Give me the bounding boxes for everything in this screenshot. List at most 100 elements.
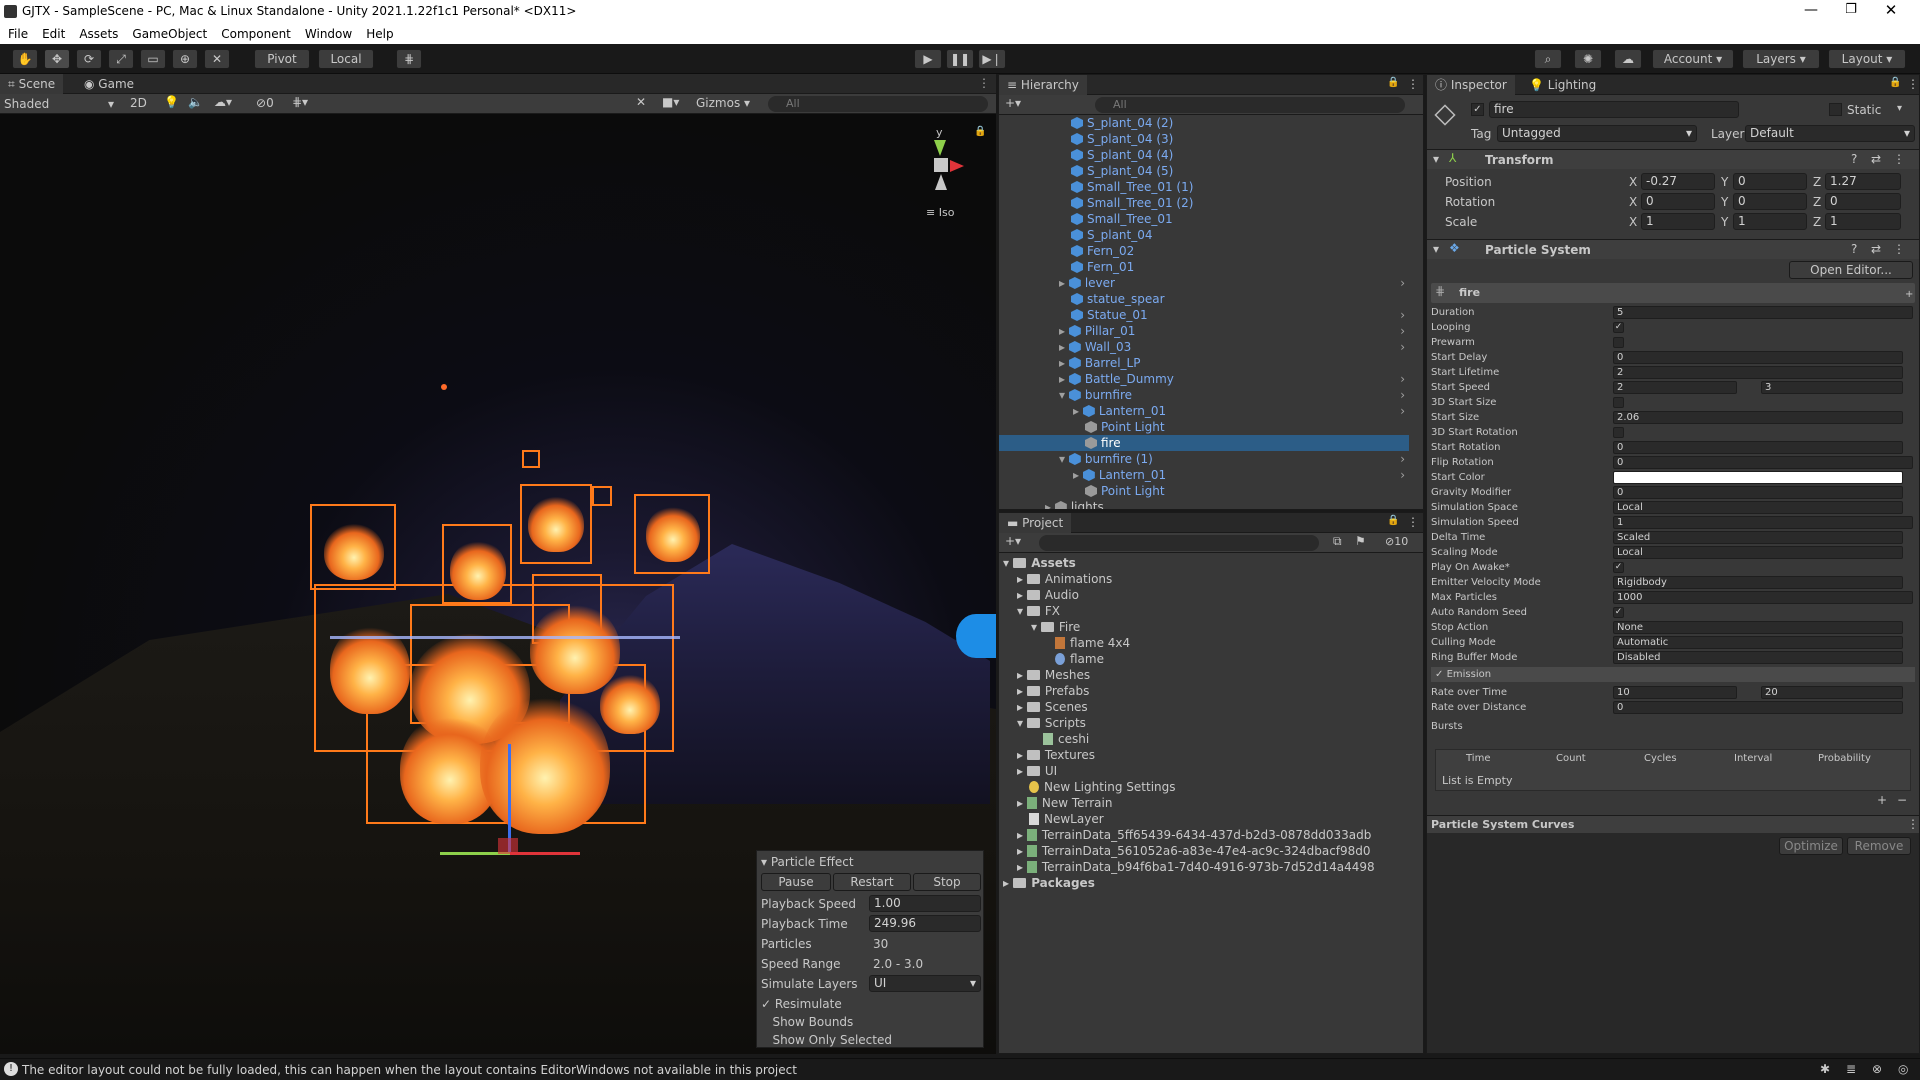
list-item[interactable]: S_plant_04 (2) bbox=[1071, 115, 1173, 131]
auto-random-seed-checkbox[interactable]: ✓ bbox=[1613, 607, 1624, 618]
component-menu-icon[interactable]: ⋮ bbox=[1893, 152, 1905, 166]
gizmos-dropdown[interactable]: Gizmos ▾ bbox=[696, 96, 750, 110]
tools-icon[interactable]: ✕ bbox=[636, 95, 646, 109]
culling-mode-dropdown[interactable]: Automatic bbox=[1613, 636, 1903, 649]
list-item[interactable]: ▾ Fire bbox=[1031, 619, 1080, 635]
tab-lighting[interactable]: 💡 Lighting bbox=[1521, 75, 1604, 95]
prewarm-checkbox[interactable] bbox=[1613, 337, 1624, 348]
open-editor-button[interactable]: Open Editor... bbox=[1789, 261, 1913, 279]
list-item[interactable]: Point Light bbox=[1085, 419, 1165, 435]
list-item[interactable]: ▸ Prefabs bbox=[1017, 683, 1089, 699]
object-name-field[interactable]: fire bbox=[1489, 101, 1739, 118]
list-item[interactable]: ▸ Textures bbox=[1017, 747, 1095, 763]
emission-module-header[interactable]: ✓ Emission bbox=[1431, 667, 1915, 682]
list-item[interactable]: S_plant_04 (4) bbox=[1071, 147, 1173, 163]
preset-icon[interactable]: ⇄ bbox=[1871, 242, 1881, 256]
list-item-selected[interactable]: fire bbox=[999, 435, 1409, 451]
maximize-icon[interactable]: ❐ bbox=[1836, 2, 1866, 22]
stop-action-dropdown[interactable]: None bbox=[1613, 621, 1903, 634]
menu-window[interactable]: Window bbox=[305, 24, 352, 44]
lighting-toggle-icon[interactable]: 💡 bbox=[164, 95, 179, 109]
transform-tool-icon[interactable]: ⊕ bbox=[172, 49, 198, 69]
position-x-field[interactable]: -0.27 bbox=[1641, 173, 1715, 190]
duration-field[interactable]: 5 bbox=[1613, 306, 1913, 319]
list-item[interactable]: ▸ Scenes bbox=[1017, 699, 1088, 715]
transform-header[interactable]: ▾ ⅄ Transform ? ⇄ ⋮ bbox=[1427, 149, 1919, 169]
panel-menu-icon[interactable]: ⋮ bbox=[1407, 515, 1419, 529]
hidden-packages-icon[interactable]: ⊘10 bbox=[1385, 535, 1408, 548]
layers-dropdown[interactable]: Layers ▾ bbox=[1742, 49, 1820, 69]
position-y-field[interactable]: 0 bbox=[1733, 173, 1807, 190]
tab-project[interactable]: ▬ Project bbox=[999, 513, 1072, 533]
panel-menu-icon[interactable]: ⋮ bbox=[978, 76, 990, 90]
particle-restart-button[interactable]: Restart bbox=[833, 873, 911, 891]
list-item[interactable]: Statue_01 › bbox=[1071, 307, 1409, 323]
active-checkbox[interactable]: ✓ bbox=[1471, 103, 1484, 116]
playback-speed-field[interactable]: 1.00 bbox=[869, 895, 981, 912]
component-menu-icon[interactable]: ⋮ bbox=[1893, 242, 1905, 256]
search-icon[interactable]: ⌕ bbox=[1534, 49, 1562, 69]
minimize-icon[interactable]: — bbox=[1796, 2, 1826, 22]
list-item[interactable]: ▸ Meshes bbox=[1017, 667, 1090, 683]
help-icon[interactable]: ? bbox=[1851, 152, 1857, 166]
menu-edit[interactable]: Edit bbox=[42, 24, 65, 44]
start-speed-max-field[interactable]: 3 bbox=[1761, 381, 1903, 394]
list-item[interactable]: ▸ Lantern_01 › bbox=[1073, 403, 1409, 419]
simulate-layers-dropdown[interactable]: UI ▾ bbox=[869, 975, 981, 992]
cloud-icon[interactable]: ☁ bbox=[1614, 49, 1642, 69]
custom-tool-icon[interactable]: ✕ bbox=[204, 49, 230, 69]
step-button[interactable]: ▶❘ bbox=[978, 49, 1006, 69]
remove-burst-icon[interactable]: − bbox=[1897, 793, 1907, 807]
camera-dropdown-icon[interactable]: ■▾ bbox=[662, 95, 679, 109]
list-item[interactable]: ▸ TerrainData_561052a6-a83e-47e4-ac9c-32… bbox=[1017, 843, 1371, 859]
list-item[interactable]: Small_Tree_01 (2) bbox=[1071, 195, 1193, 211]
fire-particle-effect[interactable] bbox=[300, 444, 720, 874]
optimize-button[interactable]: Optimize bbox=[1779, 837, 1843, 855]
account-dropdown[interactable]: Account ▾ bbox=[1652, 49, 1734, 69]
3d-start-rotation-checkbox[interactable] bbox=[1613, 427, 1624, 438]
tab-game[interactable]: ◉ Game bbox=[76, 74, 142, 94]
scale-y-field[interactable]: 1 bbox=[1733, 213, 1807, 230]
layout-dropdown[interactable]: Layout ▾ bbox=[1828, 49, 1906, 69]
start-lifetime-field[interactable]: 2 bbox=[1613, 366, 1903, 379]
list-item[interactable]: ▸ TerrainData_b94f6ba1-7d40-4916-973b-7d… bbox=[1017, 859, 1375, 875]
rotation-y-field[interactable]: 0 bbox=[1733, 193, 1807, 210]
show-bounds-checkbox[interactable]: Show Bounds bbox=[761, 1015, 853, 1029]
flip-rotation-field[interactable]: 0 bbox=[1613, 456, 1913, 469]
list-item[interactable]: ▸ lever › bbox=[1059, 275, 1409, 291]
start-size-field[interactable]: 2.06 bbox=[1613, 411, 1903, 424]
play-button[interactable]: ▶ bbox=[914, 49, 942, 69]
emitter-velocity-mode-dropdown[interactable]: Rigidbody bbox=[1613, 576, 1903, 589]
list-item[interactable]: Fern_02 bbox=[1071, 243, 1134, 259]
start-rotation-field[interactable]: 0 bbox=[1613, 441, 1903, 454]
menu-gameobject[interactable]: GameObject bbox=[132, 24, 207, 44]
status-message[interactable]: The editor layout could not be fully loa… bbox=[22, 1063, 797, 1077]
hidden-objects-icon[interactable]: ⊘0 bbox=[256, 96, 274, 110]
add-icon[interactable]: +▾ bbox=[1005, 96, 1021, 110]
list-item[interactable]: ▸ Pillar_01 › bbox=[1059, 323, 1409, 339]
start-delay-field[interactable]: 0 bbox=[1613, 351, 1903, 364]
grid-toggle-icon[interactable]: ⋕▾ bbox=[292, 95, 308, 109]
audio-toggle-icon[interactable]: 🔈 bbox=[188, 95, 203, 109]
collab-icon[interactable]: ✺ bbox=[1574, 49, 1602, 69]
rotate-tool-icon[interactable]: ⟳ bbox=[76, 49, 102, 69]
mode-2d-button[interactable]: 2D bbox=[130, 96, 147, 110]
static-dropdown-icon[interactable]: ▾ bbox=[1897, 103, 1902, 114]
simulation-space-dropdown[interactable]: Local bbox=[1613, 501, 1903, 514]
lock-icon[interactable]: 🔒 bbox=[1387, 515, 1399, 526]
rate-over-distance-field[interactable]: 0 bbox=[1613, 701, 1903, 714]
add-burst-icon[interactable]: + bbox=[1877, 793, 1887, 807]
lock-icon[interactable]: 🔒 bbox=[1889, 77, 1901, 88]
looping-checkbox[interactable]: ✓ bbox=[1613, 322, 1624, 333]
add-icon[interactable]: +▾ bbox=[1005, 534, 1021, 548]
move-gizmo-center[interactable] bbox=[498, 838, 518, 854]
list-item[interactable]: Point Light bbox=[1085, 483, 1165, 499]
playback-time-field[interactable]: 249.96 bbox=[869, 915, 981, 932]
list-item[interactable]: ceshi bbox=[1043, 731, 1089, 747]
list-item[interactable]: ▸ Packages bbox=[1003, 875, 1095, 891]
rate-over-time-max-field[interactable]: 20 bbox=[1761, 686, 1903, 699]
list-item[interactable]: ▸ Barrel_LP bbox=[1059, 355, 1140, 371]
list-item[interactable]: Small_Tree_01 (1) bbox=[1071, 179, 1193, 195]
list-item[interactable]: ▾ burnfire (1) › bbox=[1059, 451, 1409, 467]
list-item[interactable]: New Lighting Settings bbox=[1029, 779, 1176, 795]
